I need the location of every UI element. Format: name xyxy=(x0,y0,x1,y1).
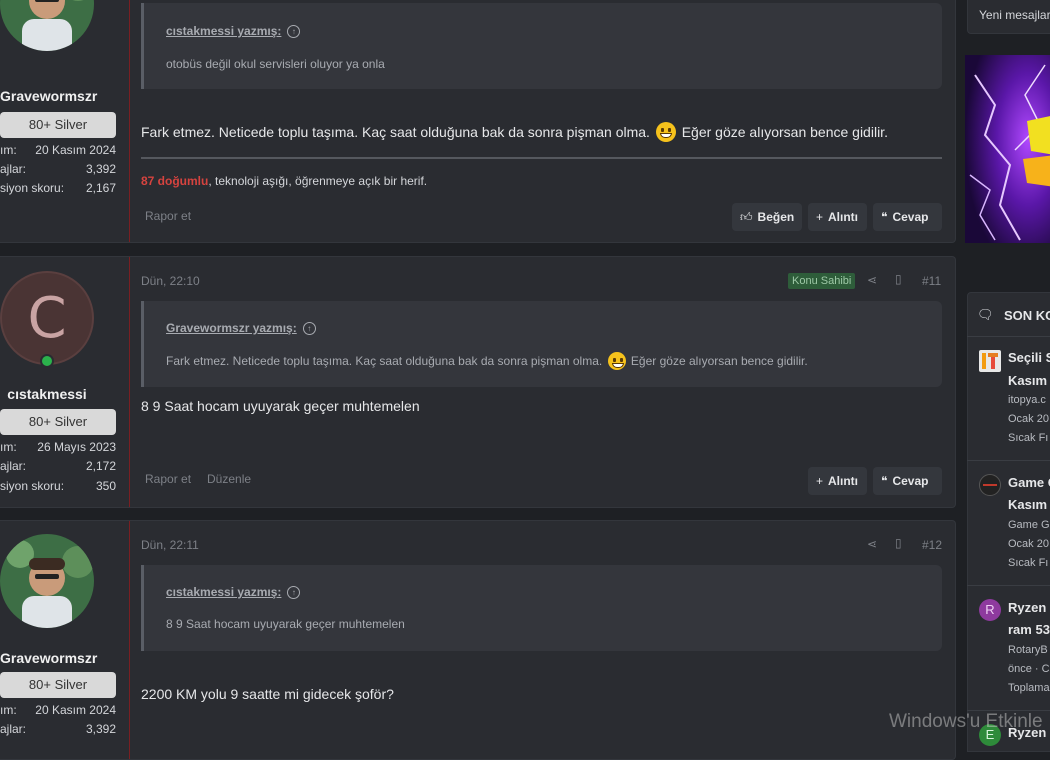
new-messages-button[interactable]: Yeni mesajlar xyxy=(967,0,1050,34)
quote-block: cıstakmessi yazmış: ↑ otobüs değil okul s… xyxy=(141,3,942,89)
thumbs-up-icon: 👍︎ xyxy=(740,210,753,224)
banner-image xyxy=(965,55,1050,243)
bookmark-icon[interactable]: ▯ xyxy=(895,272,902,286)
chat-bubbles-icon: 🗨︎ xyxy=(977,307,994,322)
topic-date: Ocak 20 xyxy=(1008,538,1049,550)
reply-button[interactable]: ❝ Cevap xyxy=(873,203,942,231)
user-stat: siyon skoru: 2,167 xyxy=(0,181,116,195)
user-column: Gravewormszr 80+ Silver ım: 20 Kasım 2024… xyxy=(0,521,130,759)
share-icon[interactable]: ⋖ xyxy=(867,273,877,287)
username[interactable]: cıstakmessi xyxy=(0,386,94,402)
rank-badge: 80+ Silver xyxy=(0,672,116,698)
like-button[interactable]: 👍︎ Beğen xyxy=(732,203,802,231)
user-stat: ajlar: 3,392 xyxy=(0,722,116,736)
avatar-photo xyxy=(0,0,94,51)
user-stat: ajlar: 3,392 xyxy=(0,162,116,176)
user-stat: siyon skoru: 350 xyxy=(0,479,116,493)
avatar[interactable] xyxy=(0,0,94,51)
post-number[interactable]: #12 xyxy=(922,538,942,552)
topic-title[interactable]: Kasım . xyxy=(1008,497,1050,512)
post-body: 2200 KM yolu 9 saatte mi gidecek şoför? xyxy=(141,686,394,702)
online-status-icon xyxy=(40,354,54,368)
panel-title: SON KO xyxy=(1004,308,1050,323)
quote-marks-icon: ❝ xyxy=(881,210,888,224)
post-10: Gravewormszr 80+ Silver ım: 20 Kasım 2024… xyxy=(0,0,956,243)
edit-link[interactable]: Düzenle xyxy=(207,472,251,486)
plus-icon: + xyxy=(816,210,824,224)
quote-author-link[interactable]: cıstakmessi yazmış: ↑ xyxy=(166,585,301,599)
avatar[interactable] xyxy=(0,534,94,628)
topic-title[interactable]: Kasım xyxy=(1008,373,1047,388)
post-body: Fark etmez. Neticede toplu taşıma. Kaç s… xyxy=(141,122,888,142)
post-date[interactable]: Dün, 22:10 xyxy=(141,274,200,288)
report-link[interactable]: Rapor et xyxy=(145,209,191,223)
reply-button[interactable]: ❝ Cevap xyxy=(873,467,942,495)
quote-text: 8 9 Saat hocam uyuyarak geçer muhtemelen xyxy=(166,617,405,631)
user-stat: ım: 20 Kasım 2024 xyxy=(0,143,116,157)
username[interactable]: Gravewormszr xyxy=(0,650,97,666)
signature: 87 doğumlu, teknoloji aşığı, öğrenmeye a… xyxy=(141,174,428,188)
quote-button[interactable]: + Alıntı xyxy=(808,467,867,495)
topic-author[interactable]: RotaryB xyxy=(1008,644,1048,656)
topic-title[interactable]: Game G xyxy=(1008,475,1050,490)
itopya-logo-icon[interactable] xyxy=(979,350,1001,372)
post-12: Gravewormszr 80+ Silver ım: 20 Kasım 2024… xyxy=(0,520,956,760)
arrow-up-icon[interactable]: ↑ xyxy=(302,322,316,335)
arrow-up-icon[interactable]: ↑ xyxy=(287,586,301,599)
user-column: C cıstakmessi 80+ Silver ım: 26 Mayıs 202… xyxy=(0,257,130,507)
arrow-up-icon[interactable]: ↑ xyxy=(287,25,301,38)
signature-divider xyxy=(141,157,942,159)
post-body: 8 9 Saat hocam uyuyarak geçer muhtemelen xyxy=(141,398,420,414)
quote-text: Fark etmez. Neticede toplu taşıma. Kaç s… xyxy=(166,352,808,370)
username[interactable]: Gravewormszr xyxy=(0,88,97,104)
user-stat: ajlar: 2,172 xyxy=(0,459,116,473)
quote-block: Gravewormszr yazmış: ↑ Fark etmez. Netice… xyxy=(141,301,942,387)
post-date[interactable]: Dün, 22:11 xyxy=(141,538,199,552)
topic-date: önce · C xyxy=(1008,663,1050,675)
topic-title[interactable]: Ryzen xyxy=(1008,600,1046,615)
topic-forum[interactable]: Sıcak Fı xyxy=(1008,557,1048,569)
plus-icon: + xyxy=(816,474,824,488)
grinning-emoji-icon xyxy=(655,122,676,142)
avatar[interactable]: C xyxy=(0,271,94,365)
quote-text: otobüs değil okul servisleri oluyor ya o… xyxy=(166,57,385,71)
user-stat: ım: 26 Mayıs 2023 xyxy=(0,440,116,454)
sidebar-divider xyxy=(967,460,1050,461)
user-avatar-r[interactable]: R xyxy=(979,599,1001,621)
topic-forum[interactable]: Toplama xyxy=(1008,682,1050,694)
sidebar-divider xyxy=(967,336,1050,337)
post-11: C cıstakmessi 80+ Silver ım: 26 Mayıs 202… xyxy=(0,256,956,508)
rank-badge: 80+ Silver xyxy=(0,112,116,138)
share-icon[interactable]: ⋖ xyxy=(867,537,877,551)
rank-badge: 80+ Silver xyxy=(0,409,116,435)
thread-owner-badge: Konu Sahibi xyxy=(788,273,856,289)
topic-title[interactable]: ram 53 xyxy=(1008,622,1050,637)
report-link[interactable]: Rapor et xyxy=(145,472,191,486)
topic-date: Ocak 20 xyxy=(1008,413,1049,425)
grinning-emoji-icon xyxy=(607,352,626,370)
post-number[interactable]: #11 xyxy=(922,274,941,288)
avatar-photo xyxy=(0,534,94,628)
gamegaraj-avatar-icon[interactable] xyxy=(979,474,1001,496)
windows-activation-watermark: Windows'u Etkinle xyxy=(889,711,1043,732)
topic-author[interactable]: Game G xyxy=(1008,519,1050,531)
topic-forum[interactable]: Sıcak Fı xyxy=(1008,432,1048,444)
topic-author[interactable]: itopya.c xyxy=(1008,394,1046,406)
quote-button[interactable]: + Alıntı xyxy=(808,203,867,231)
quote-block: cıstakmessi yazmış: ↑ 8 9 Saat hocam uyuy… xyxy=(141,565,942,651)
quote-marks-icon: ❝ xyxy=(881,474,888,488)
bookmark-icon[interactable]: ▯ xyxy=(895,536,902,550)
topic-title[interactable]: Seçili S xyxy=(1008,350,1050,365)
user-column: Gravewormszr 80+ Silver ım: 20 Kasım 2024… xyxy=(0,0,130,242)
sidebar-banner-ad[interactable] xyxy=(965,55,1050,243)
sidebar-divider xyxy=(967,585,1050,586)
quote-author-link[interactable]: Gravewormszr yazmış: ↑ xyxy=(166,321,316,335)
user-stat: ım: 20 Kasım 2024 xyxy=(0,703,116,717)
quote-author-link[interactable]: cıstakmessi yazmış: ↑ xyxy=(166,24,301,38)
